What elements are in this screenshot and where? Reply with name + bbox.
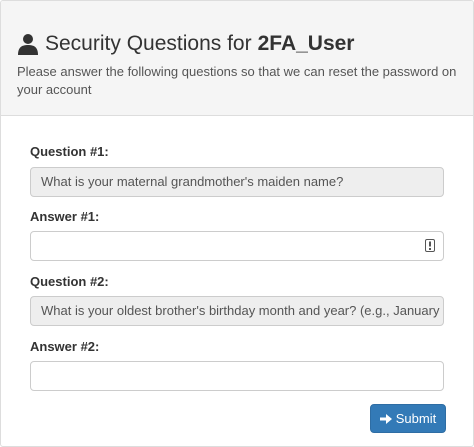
answer-2-label: Answer #2: <box>30 339 100 354</box>
arrow-right-icon <box>379 413 392 424</box>
answer-2-input[interactable] <box>30 361 444 391</box>
instructions-text: Please answer the following questions so… <box>17 64 457 97</box>
title-username: 2FA_User <box>257 32 355 55</box>
user-icon <box>18 34 38 55</box>
panel-heading: Security Questions for 2FA_User Please a… <box>1 1 473 116</box>
password-key-icon[interactable] <box>425 239 435 252</box>
question-2-label: Question #2: <box>30 274 109 289</box>
question-1-label: Question #1: <box>30 144 109 159</box>
security-questions-panel: Security Questions for 2FA_User Please a… <box>0 0 474 447</box>
submit-button[interactable]: Submit <box>370 404 446 433</box>
question-1-field: What is your maternal grandmother's maid… <box>30 167 444 197</box>
answer-1-label: Answer #1: <box>30 209 100 224</box>
answer-1-input[interactable] <box>30 231 444 261</box>
page-title: Security Questions for 2FA_User <box>17 29 354 59</box>
submit-label: Submit <box>395 411 437 426</box>
title-text: Security Questions for <box>45 32 252 55</box>
question-2-field: What is your oldest brother's birthday m… <box>30 296 444 326</box>
